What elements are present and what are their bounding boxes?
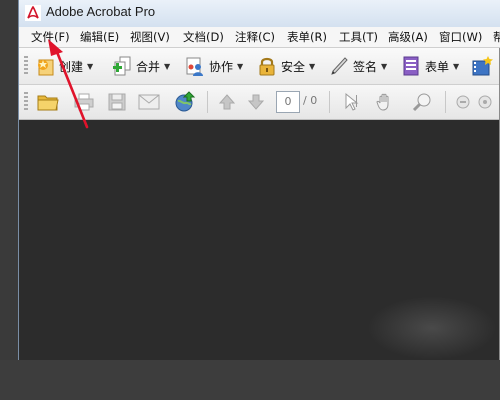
glow-highlight xyxy=(367,296,497,360)
collaborate-label: 协作 xyxy=(209,59,234,74)
menu-comments[interactable]: 注释(C) xyxy=(235,29,275,45)
collaborate-button[interactable]: 协作 ▼ xyxy=(184,53,243,79)
menu-tools[interactable]: 工具(T) xyxy=(339,29,378,45)
separator xyxy=(207,91,208,113)
upload-globe-icon[interactable] xyxy=(173,90,197,114)
email-icon[interactable] xyxy=(137,90,161,114)
zoom-out-icon[interactable] xyxy=(451,90,475,114)
sign-button[interactable]: 签名 ▼ xyxy=(328,53,387,79)
forms-label: 表单 xyxy=(425,59,450,74)
chevron-down-icon: ▼ xyxy=(164,61,171,71)
window-title: Adobe Acrobat Pro xyxy=(46,4,156,19)
create-button[interactable]: 创建 ▼ xyxy=(34,53,93,79)
secure-label: 安全 xyxy=(281,59,306,74)
lock-icon xyxy=(256,55,278,77)
combine-label: 合并 xyxy=(136,59,161,74)
zoom-in-icon[interactable] xyxy=(473,90,497,114)
acrobat-window: Adobe Acrobat Pro 文件(F) 编辑(E) 视图(V) 文档(D… xyxy=(18,0,500,360)
task-toolbar: 创建 ▼ 合并 ▼ 协作 ▼ 安全 ▼ 签名 ▼ 表单 ▼ xyxy=(19,48,500,85)
title-bar: Adobe Acrobat Pro xyxy=(19,0,500,28)
page-total: / 0 xyxy=(303,94,318,107)
hand-tool-icon[interactable] xyxy=(373,90,397,114)
chevron-down-icon: ▼ xyxy=(381,61,388,71)
combine-files-icon xyxy=(111,55,133,77)
menu-window[interactable]: 窗口(W) xyxy=(439,29,482,45)
collaborate-icon xyxy=(184,55,206,77)
film-star-icon xyxy=(471,55,493,77)
chevron-down-icon: ▼ xyxy=(309,61,316,71)
pen-icon xyxy=(328,55,350,77)
toolbar-grip[interactable] xyxy=(24,56,28,76)
next-page-icon[interactable] xyxy=(244,90,268,114)
chevron-down-icon: ▼ xyxy=(237,61,244,71)
form-icon xyxy=(400,55,422,77)
menu-view[interactable]: 视图(V) xyxy=(130,29,170,45)
forms-button[interactable]: 表单 ▼ xyxy=(400,53,459,79)
create-pdf-icon xyxy=(34,55,56,77)
select-cursor-icon[interactable] xyxy=(341,90,365,114)
zoom-marquee-icon[interactable] xyxy=(411,90,435,114)
toolbar-grip[interactable] xyxy=(24,92,28,112)
page-number-input[interactable]: 0 xyxy=(276,91,300,113)
menu-advanced[interactable]: 高级(A) xyxy=(388,29,428,45)
menu-document[interactable]: 文档(D) xyxy=(183,29,224,45)
menu-bar: 文件(F) 编辑(E) 视图(V) 文档(D) 注释(C) 表单(R) 工具(T… xyxy=(19,27,500,48)
acrobat-logo-icon xyxy=(24,4,42,22)
separator xyxy=(329,91,330,113)
print-icon[interactable] xyxy=(72,90,96,114)
create-label: 创建 xyxy=(59,59,84,74)
menu-forms[interactable]: 表单(R) xyxy=(287,29,327,45)
menu-help[interactable]: 帮 xyxy=(493,29,500,45)
secure-button[interactable]: 安全 ▼ xyxy=(256,53,315,79)
multimedia-button[interactable] xyxy=(471,53,493,79)
menu-file[interactable]: 文件(F) xyxy=(31,29,70,45)
desktop-background xyxy=(0,360,500,400)
document-area[interactable] xyxy=(19,120,500,360)
save-icon[interactable] xyxy=(105,90,129,114)
combine-button[interactable]: 合并 ▼ xyxy=(111,53,170,79)
separator xyxy=(445,91,446,113)
chevron-down-icon: ▼ xyxy=(453,61,460,71)
previous-page-icon[interactable] xyxy=(215,90,239,114)
file-toolbar: 0 / 0 xyxy=(19,85,500,120)
chevron-down-icon: ▼ xyxy=(87,61,94,71)
sign-label: 签名 xyxy=(353,59,378,74)
menu-edit[interactable]: 编辑(E) xyxy=(80,29,119,45)
open-folder-icon[interactable] xyxy=(36,90,60,114)
